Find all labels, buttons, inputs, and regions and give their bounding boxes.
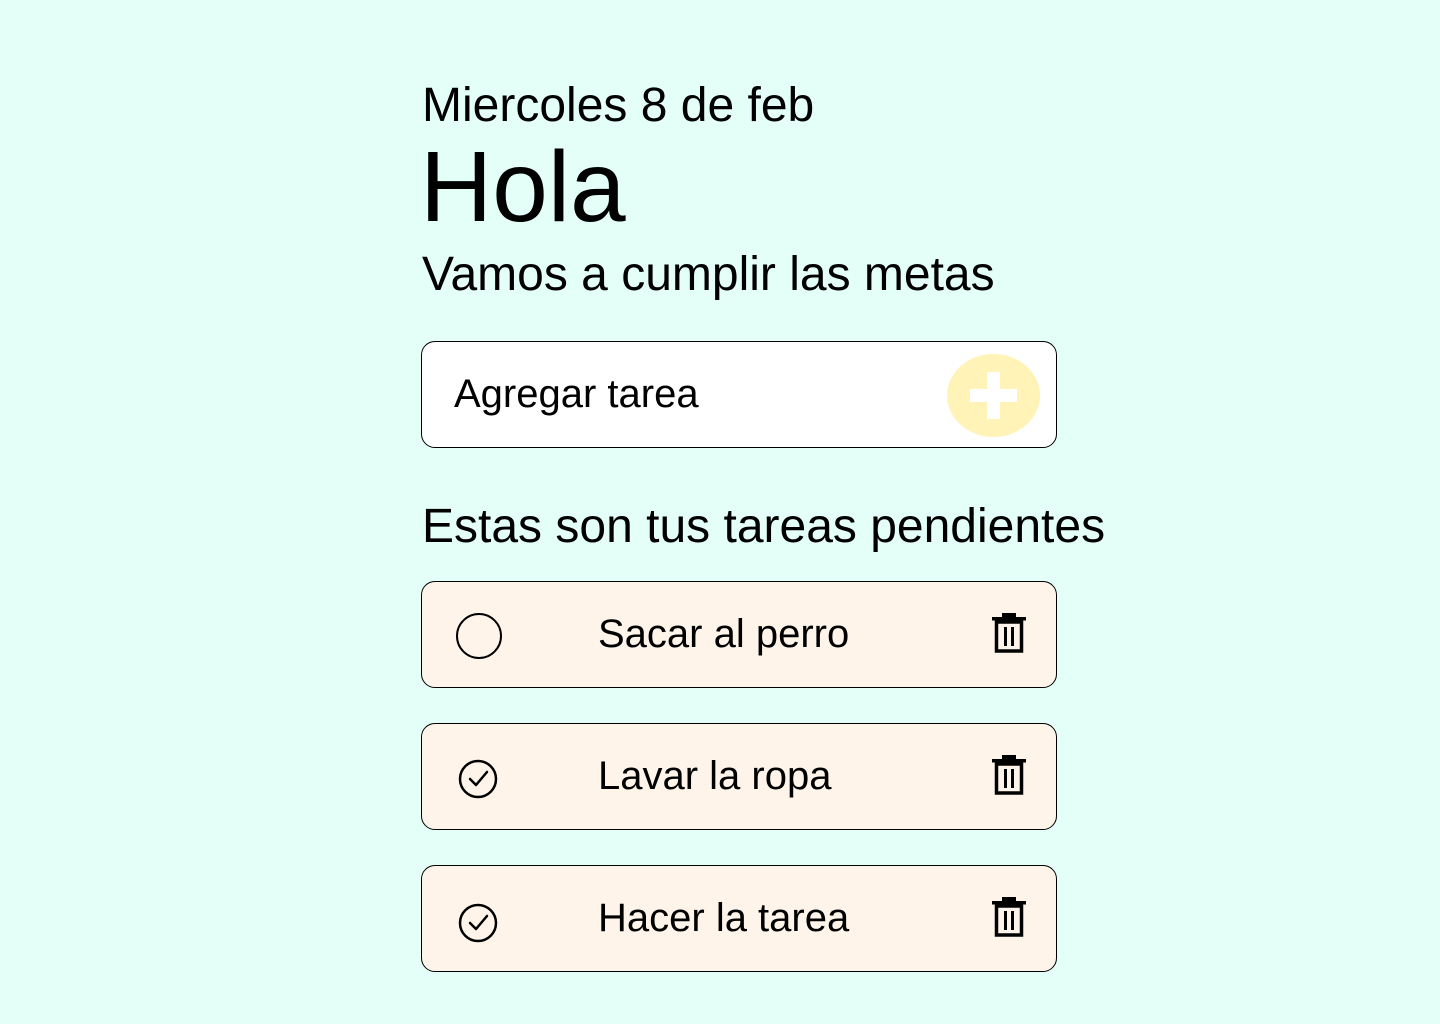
delete-task-button[interactable] <box>990 754 1030 798</box>
add-task-button[interactable] <box>947 354 1040 437</box>
task-checkbox[interactable] <box>456 901 500 945</box>
trash-icon <box>992 897 1026 937</box>
add-task-box <box>421 341 1057 448</box>
task-checkbox[interactable] <box>454 611 504 661</box>
task-item: Lavar la ropa <box>421 723 1057 830</box>
task-item: Hacer la tarea <box>421 865 1057 972</box>
greeting-title: Hola <box>420 131 626 243</box>
task-label: Lavar la ropa <box>598 754 832 798</box>
plus-icon <box>947 354 1040 437</box>
todo-app: Miercoles 8 de feb Hola Vamos a cumplir … <box>0 0 1440 1024</box>
delete-task-button[interactable] <box>990 896 1030 940</box>
check-circle-icon <box>458 759 498 799</box>
trash-icon <box>992 613 1026 653</box>
motivation-subtitle: Vamos a cumplir las metas <box>422 248 995 301</box>
task-label: Sacar al perro <box>598 612 850 656</box>
task-item: Sacar al perro <box>421 581 1057 688</box>
task-label: Hacer la tarea <box>598 896 850 940</box>
pending-tasks-title: Estas son tus tareas pendientes <box>422 500 1106 553</box>
empty-circle-icon <box>456 613 502 659</box>
check-circle-icon <box>458 903 498 943</box>
add-task-input[interactable] <box>454 368 934 420</box>
task-checkbox[interactable] <box>456 757 500 801</box>
trash-icon <box>992 755 1026 795</box>
delete-task-button[interactable] <box>990 612 1030 656</box>
current-date: Miercoles 8 de feb <box>422 79 815 132</box>
